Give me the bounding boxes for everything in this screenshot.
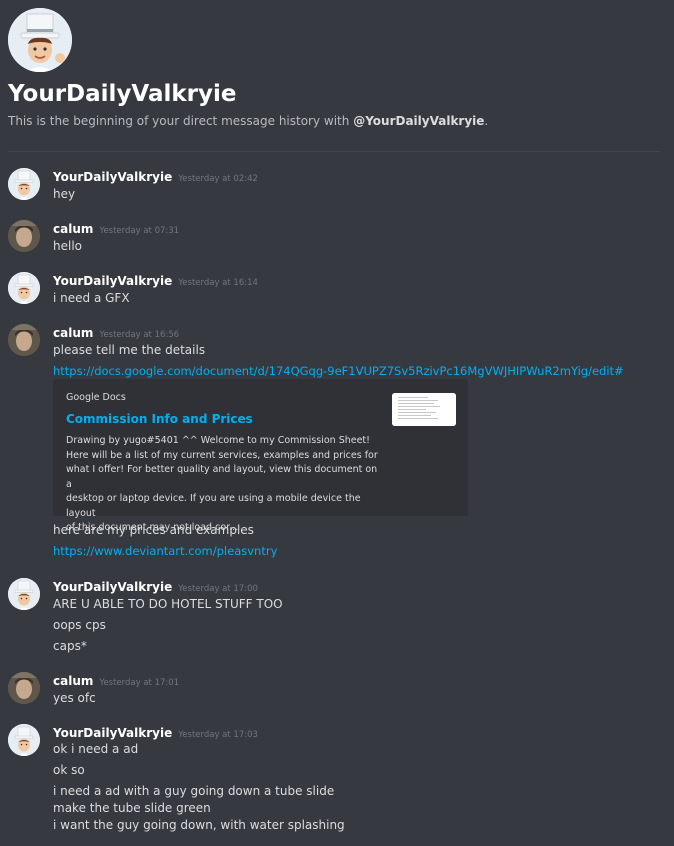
message-text: please tell me the details: [53, 343, 206, 357]
user-avatar[interactable]: [8, 672, 40, 704]
embed-title[interactable]: Commission Info and Prices: [66, 412, 253, 426]
message-text: i need a ad with a guy going down a tube…: [53, 784, 335, 798]
timestamp: Yesterday at 07:31: [99, 226, 180, 236]
link-embed: Google Docs Commission Info and Prices D…: [53, 379, 468, 533]
message-text: i want the guy going down, with water sp…: [53, 818, 345, 832]
message-text: yes ofc: [53, 691, 96, 705]
deviantart-link[interactable]: https://www.deviantart.com/pleasvntry: [53, 543, 648, 559]
message-text: ARE U ABLE TO DO HOTEL STUFF TOO: [53, 597, 283, 611]
timestamp: Yesterday at 16:56: [99, 330, 180, 340]
message-text: ok i need a ad: [53, 742, 139, 756]
timestamp: Yesterday at 17:00: [178, 584, 258, 594]
message-text: here are my prices and examples: [53, 523, 254, 537]
google-docs-link[interactable]: https://docs.google.com/document/d/174QG…: [53, 363, 648, 379]
message-text: ok so: [53, 763, 85, 777]
username[interactable]: calum: [53, 326, 93, 340]
dm-beginning-notice: This is the beginning of your direct mes…: [8, 114, 489, 128]
username[interactable]: calum: [53, 674, 93, 688]
user-avatar[interactable]: [8, 220, 40, 252]
user-avatar[interactable]: [8, 578, 40, 610]
username[interactable]: YourDailyValkryie: [53, 170, 172, 184]
message-text: hey: [53, 187, 76, 201]
page-title: YourDailyValkryie: [8, 81, 237, 107]
user-avatar[interactable]: [8, 324, 40, 356]
user-avatar[interactable]: [8, 272, 40, 304]
message-text: hello: [53, 239, 82, 253]
message-text: caps*: [53, 639, 87, 653]
message-text: oops cps: [53, 618, 106, 632]
timestamp: Yesterday at 17:03: [178, 730, 258, 740]
username[interactable]: YourDailyValkryie: [53, 726, 172, 740]
username[interactable]: YourDailyValkryie: [53, 580, 172, 594]
timestamp: Yesterday at 17:01: [99, 678, 180, 688]
username[interactable]: calum: [53, 222, 93, 236]
dm-header: YourDailyValkryie This is the beginning …: [8, 8, 658, 128]
embed-description: Drawing by yugo#5401 ^^ Welcome to my Co…: [66, 435, 378, 533]
message-text: make the tube slide green: [53, 801, 211, 815]
divider: [8, 151, 660, 152]
timestamp: Yesterday at 02:42: [178, 174, 258, 184]
recipient-mention[interactable]: @YourDailyValkryie: [353, 114, 484, 128]
message-text: i need a GFX: [53, 291, 130, 305]
embed-provider[interactable]: Google Docs: [66, 392, 126, 403]
username[interactable]: YourDailyValkryie: [53, 274, 172, 288]
embed-thumbnail[interactable]: [392, 393, 456, 426]
recipient-avatar[interactable]: [8, 8, 72, 72]
user-avatar[interactable]: [8, 168, 40, 200]
timestamp: Yesterday at 16:14: [178, 278, 258, 288]
user-avatar[interactable]: [8, 724, 40, 756]
